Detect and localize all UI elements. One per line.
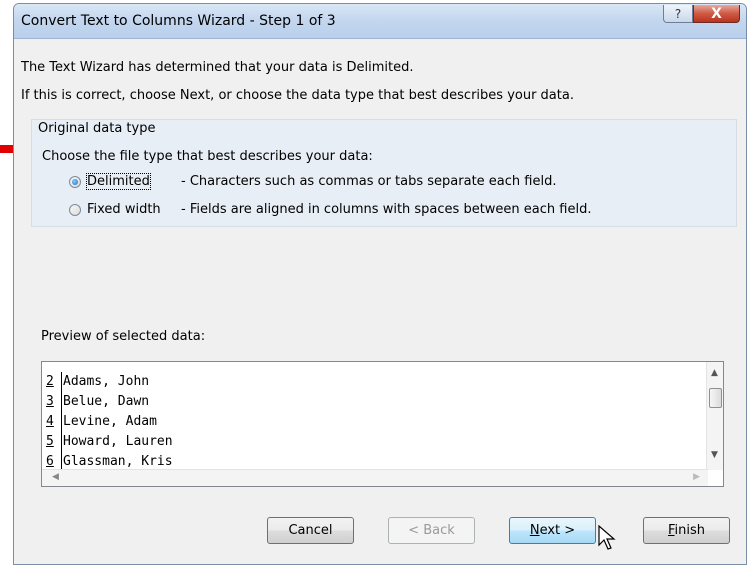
radio-fixed-width[interactable]: Fixed width bbox=[69, 202, 161, 217]
radio-delimited[interactable]: Delimited bbox=[69, 173, 151, 190]
row-number: 2 bbox=[46, 372, 62, 392]
scroll-down-arrow-icon[interactable]: ▼ bbox=[711, 450, 718, 460]
row-number: 3 bbox=[46, 392, 62, 412]
original-data-type-group: Original data type Choose the file type … bbox=[31, 119, 737, 227]
preview-row: 2 Adams, John bbox=[46, 372, 173, 392]
cancel-button[interactable]: Cancel bbox=[267, 517, 354, 544]
help-button[interactable]: ? bbox=[663, 5, 693, 23]
row-text: Adams, John bbox=[63, 374, 150, 389]
scroll-up-arrow-icon[interactable]: ▲ bbox=[711, 368, 718, 378]
title-bar[interactable]: Convert Text to Columns Wizard - Step 1 … bbox=[14, 4, 746, 39]
fixed-width-description: - Fields are aligned in columns with spa… bbox=[181, 202, 592, 217]
radio-delimited-label[interactable]: Delimited bbox=[86, 173, 151, 190]
preview-row: 4 Levine, Adam bbox=[46, 412, 173, 432]
row-number: 5 bbox=[46, 432, 62, 452]
back-button-label: < Back bbox=[408, 523, 455, 538]
radio-unchecked-icon[interactable] bbox=[69, 203, 81, 216]
intro-line-2: If this is correct, choose Next, or choo… bbox=[21, 88, 574, 103]
radio-fixed-width-label[interactable]: Fixed width bbox=[87, 202, 161, 217]
radio-checked-icon[interactable] bbox=[69, 175, 81, 188]
preview-label: Preview of selected data: bbox=[41, 329, 206, 344]
close-button[interactable]: X bbox=[693, 5, 740, 23]
delimited-description: - Characters such as commas or tabs sepa… bbox=[181, 174, 557, 189]
preview-box[interactable]: 2 Adams, John 3 Belue, Dawn 4 Levine, Adam … bbox=[41, 361, 724, 487]
next-button-label: Next > bbox=[529, 523, 576, 538]
help-icon: ? bbox=[674, 7, 682, 21]
next-button[interactable]: Next > bbox=[509, 517, 596, 544]
finish-button-label: Finish bbox=[667, 523, 706, 538]
dialog-body: The Text Wizard has determined that your… bbox=[14, 39, 746, 564]
preview-row: 5 Howard, Lauren bbox=[46, 432, 173, 452]
finish-button[interactable]: Finish bbox=[643, 517, 730, 544]
choose-file-type-label: Choose the file type that best describes… bbox=[42, 149, 373, 164]
vertical-scroll-thumb[interactable] bbox=[709, 388, 722, 408]
vertical-scrollbar[interactable]: ▲ ▼ bbox=[706, 362, 723, 470]
group-legend: Original data type bbox=[38, 121, 156, 136]
preview-rows: 2 Adams, John 3 Belue, Dawn 4 Levine, Adam … bbox=[46, 372, 173, 472]
mouse-cursor-icon bbox=[598, 525, 616, 550]
close-icon: X bbox=[711, 6, 722, 22]
row-text: Levine, Adam bbox=[63, 414, 157, 429]
window-title: Convert Text to Columns Wizard - Step 1 … bbox=[21, 13, 336, 29]
row-text: Howard, Lauren bbox=[63, 434, 173, 449]
row-text: Belue, Dawn bbox=[63, 394, 150, 409]
scroll-left-arrow-icon[interactable]: ◀ bbox=[52, 472, 59, 482]
back-button[interactable]: < Back bbox=[388, 517, 475, 544]
row-number: 4 bbox=[46, 412, 62, 432]
cancel-button-label: Cancel bbox=[288, 523, 333, 538]
wizard-dialog: Convert Text to Columns Wizard - Step 1 … bbox=[13, 3, 747, 565]
scroll-right-arrow-icon[interactable]: ▶ bbox=[693, 472, 700, 482]
horizontal-scrollbar[interactable]: ◀ ▶ bbox=[42, 469, 708, 486]
preview-row: 3 Belue, Dawn bbox=[46, 392, 173, 412]
intro-line-1: The Text Wizard has determined that your… bbox=[21, 60, 414, 75]
